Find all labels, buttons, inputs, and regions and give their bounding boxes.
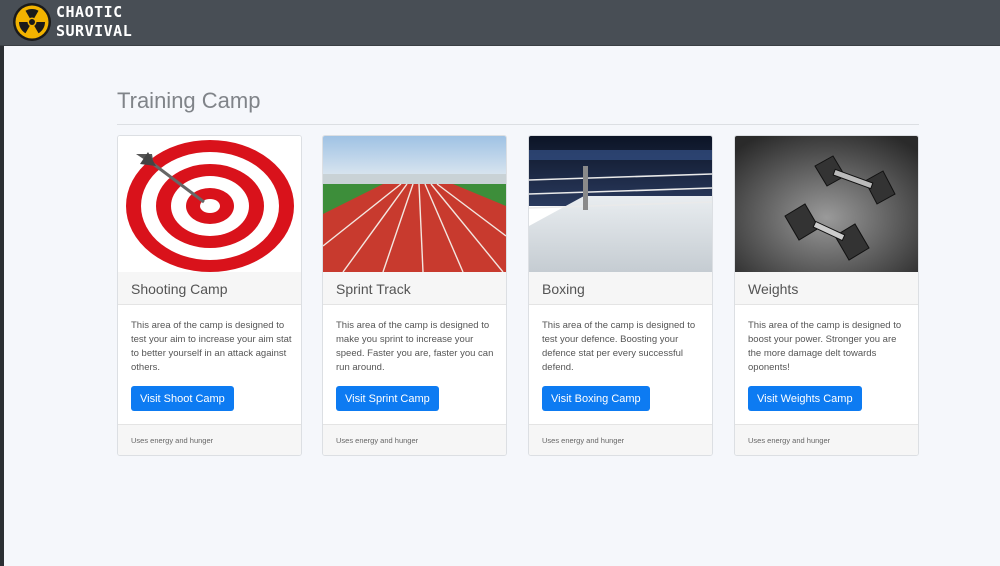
- card-sprint-track: Sprint Track This area of the camp is de…: [322, 135, 507, 456]
- card-footer: Uses energy and hunger: [735, 424, 918, 455]
- visit-boxing-camp-button[interactable]: Visit Boxing Camp: [542, 386, 650, 411]
- brand-line-1: CHAOTIC: [56, 3, 123, 21]
- card-title: Weights: [735, 272, 918, 305]
- card-shooting-camp: Shooting Camp This area of the camp is d…: [117, 135, 302, 456]
- dumbbell-icon: [735, 136, 918, 272]
- brand-line-2: SURVIVAL: [56, 22, 133, 40]
- card-footer: Uses energy and hunger: [118, 424, 301, 455]
- card-description: This area of the camp is designed to tes…: [542, 320, 696, 373]
- running-track-icon: [323, 136, 506, 272]
- card-description: This area of the camp is designed to boo…: [748, 320, 902, 373]
- visit-weights-camp-button[interactable]: Visit Weights Camp: [748, 386, 862, 411]
- radiation-icon[interactable]: [12, 2, 52, 42]
- card-boxing: Boxing This area of the camp is designed…: [528, 135, 713, 456]
- visit-shoot-camp-button[interactable]: Visit Shoot Camp: [131, 386, 234, 411]
- left-edge: [0, 46, 4, 566]
- card-footer: Uses energy and hunger: [529, 424, 712, 455]
- card-title: Shooting Camp: [118, 272, 301, 305]
- card-footer: Uses energy and hunger: [323, 424, 506, 455]
- brand-name[interactable]: CHAOTIC SURVIVAL: [56, 3, 132, 41]
- top-navbar: CHAOTIC SURVIVAL: [0, 0, 1000, 46]
- target-icon: [118, 136, 301, 272]
- boxing-ring-icon: [529, 136, 712, 272]
- visit-sprint-camp-button[interactable]: Visit Sprint Camp: [336, 386, 439, 411]
- page-title: Training Camp: [117, 88, 261, 113]
- card-title: Sprint Track: [323, 272, 506, 305]
- card-description: This area of the camp is designed to mak…: [336, 320, 494, 373]
- title-divider: [117, 124, 919, 125]
- card-weights: Weights This area of the camp is designe…: [734, 135, 919, 456]
- card-description: This area of the camp is designed to tes…: [131, 320, 292, 373]
- card-title: Boxing: [529, 272, 712, 305]
